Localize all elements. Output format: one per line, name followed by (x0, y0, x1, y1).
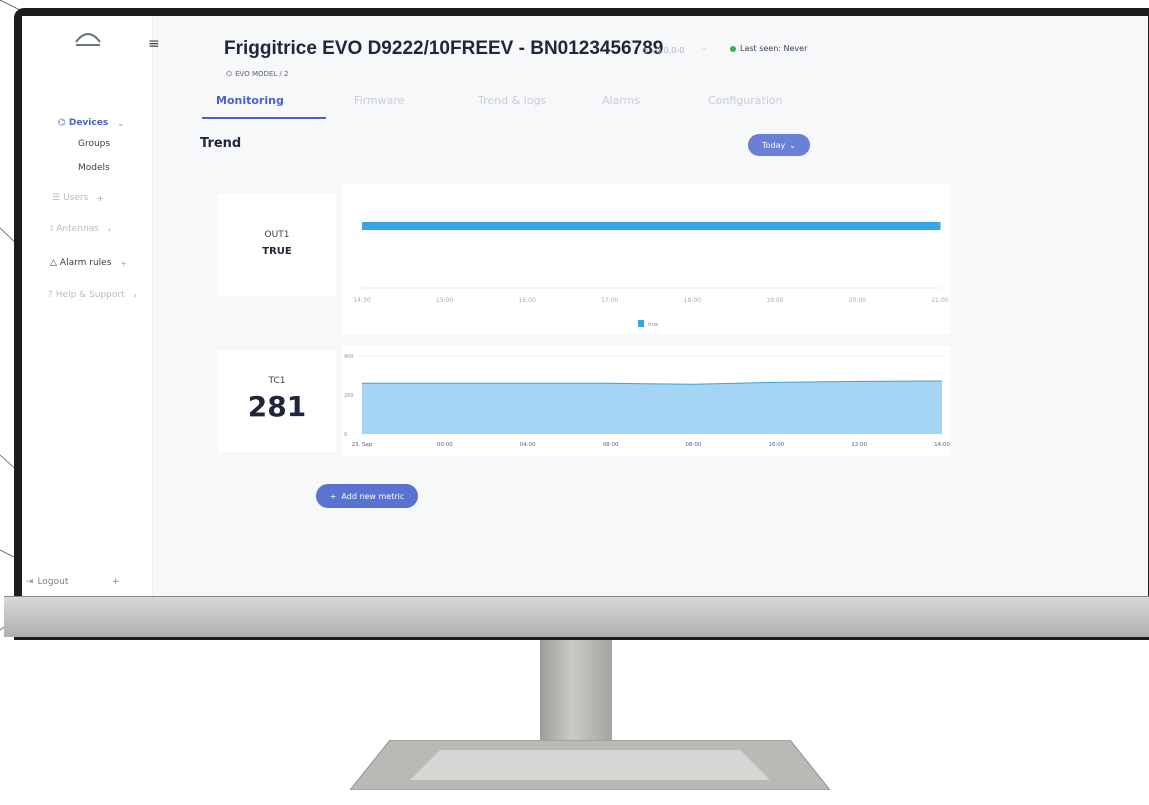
sidebar (22, 16, 153, 596)
model-text: EVO MODEL / 2 (235, 70, 289, 78)
metric-card-tc1[interactable]: TC1 281 (218, 350, 336, 452)
chevron-right-icon: › (133, 290, 137, 300)
logout-label: Logout (37, 577, 69, 587)
sidebar-item-label: Alarm rules (59, 258, 112, 268)
x-tick-label: 15:00 (436, 297, 453, 304)
tc1-chart: 400 200 0 23. Sep 00:00 04:00 08:00 08:00 16:00 1… (344, 354, 950, 448)
sidebar-item-groups[interactable]: Groups (78, 139, 110, 149)
tab-configuration[interactable]: Configuration (708, 94, 783, 107)
metric-value: 281 (247, 390, 307, 423)
antenna-icon: ⟟ (50, 224, 54, 234)
sidebar-item-models[interactable]: Models (78, 163, 110, 173)
logout-button[interactable]: ⇥ Logout (26, 577, 68, 587)
model-icon: ⌬ (226, 70, 233, 78)
y-tick-label: 0 (344, 432, 347, 438)
state-bar (795, 222, 869, 230)
logout-icon: ⇥ (26, 577, 34, 587)
y-tick-label: 200 (344, 393, 354, 399)
x-tick-label: 00:00 (437, 442, 453, 448)
add-metric-button[interactable]: + Add new metric (316, 484, 418, 508)
sidebar-item-alarm-rules[interactable]: △ Alarm rules + (50, 258, 127, 268)
section-title: Trend (200, 136, 242, 151)
x-tick-label: 04:00 (520, 442, 536, 448)
logout-extra: + (112, 577, 120, 587)
help-icon: ? (48, 290, 53, 300)
model-label[interactable]: ⌬ EVO MODEL / 2 (226, 70, 288, 78)
tab-trend-logs[interactable]: Trend & logs (478, 94, 546, 107)
sidebar-item-help[interactable]: ? Help & Support › (48, 290, 137, 300)
plus-icon: + (329, 491, 337, 501)
sidebar-item-devices[interactable]: ⌬ Devices ⌄ (58, 118, 124, 128)
add-metric-label: Add new metric (341, 491, 405, 501)
x-tick-label: 20:00 (849, 297, 866, 304)
area-fill (362, 380, 942, 434)
x-tick-label: 18:00 (684, 297, 701, 304)
sidebar-item-label: Help & Support (55, 290, 125, 300)
status-dot-icon (730, 45, 736, 52)
plus-icon: + (120, 258, 128, 268)
x-tick-label: 16:00 (518, 297, 535, 304)
version-icon: ⊙ (642, 46, 652, 55)
metric-name: OUT1 (264, 230, 290, 240)
devices-icon: ⌬ (58, 118, 66, 128)
state-bar (867, 222, 941, 230)
state-bar (362, 222, 435, 230)
x-tick-label: 14:30 (353, 297, 370, 304)
state-bar (723, 222, 796, 230)
state-bar (506, 222, 580, 230)
x-tick-label: 08:00 (685, 442, 701, 448)
x-tick-label: 17:00 (601, 297, 618, 304)
state-bar (651, 222, 724, 230)
plus-icon: + (97, 193, 104, 203)
metric-card-out1[interactable]: OUT1 TRUE (218, 194, 336, 296)
separator: – (702, 44, 707, 54)
date-range-label: Today (762, 140, 786, 150)
x-tick-label: 21:00 (931, 297, 948, 304)
screen: ⌬ Devices ⌄ Groups Models ☰ Users + ⟟ An… (22, 16, 1148, 596)
users-icon: ☰ (52, 193, 61, 203)
tab-firmware[interactable]: Firmware (354, 94, 404, 107)
sidebar-item-label: Devices (68, 118, 109, 128)
tab-alarms[interactable]: Alarms (602, 94, 640, 107)
chevron-down-icon: ⌄ (789, 140, 796, 150)
active-tab-indicator (202, 117, 326, 119)
date-range-dropdown[interactable]: Today ⌄ (748, 134, 810, 156)
status-badge: Last seen: Never (730, 44, 807, 53)
x-tick-label: 08:00 (603, 442, 619, 448)
chevron-right-icon: › (107, 224, 112, 234)
state-bar (434, 222, 507, 230)
metric-value: TRUE (262, 246, 292, 257)
last-seen-label: Last seen: Never (740, 44, 808, 53)
x-tick-label: 23. Sep (352, 442, 373, 448)
page-title: Friggitrice EVO D9222/10FREEV - BN012345… (224, 38, 664, 59)
metric-name: TC1 (268, 376, 286, 386)
x-tick-label: 14:00 (934, 442, 950, 448)
legend-label: true (648, 322, 658, 328)
out1-chart: 14:30 15:00 16:00 17:00 18:00 19:00 20:00 21:00… (353, 222, 949, 328)
sidebar-item-label: Groups (78, 139, 111, 149)
legend-swatch (638, 320, 644, 327)
sidebar-item-label: Users (63, 193, 89, 203)
sidebar-item-antennas[interactable]: ⟟ Antennas › (50, 224, 111, 234)
x-tick-label: 16:00 (768, 442, 784, 448)
company-logo (70, 24, 110, 58)
monitor-stand (540, 640, 612, 755)
sidebar-item-users[interactable]: ☰ Users + (52, 193, 104, 203)
sidebar-item-label: Antennas (56, 224, 99, 234)
y-tick-label: 400 (344, 354, 354, 360)
version-badge: ⊙ v0.0.0-0 (642, 46, 684, 55)
tab-monitoring[interactable]: Monitoring (216, 94, 284, 107)
bell-icon: △ (50, 258, 57, 268)
x-tick-label: 19:00 (766, 297, 783, 304)
x-tick-label: 12:00 (851, 442, 867, 448)
sidebar-item-label: Models (78, 163, 110, 173)
monitor-chin (4, 596, 1149, 637)
chevron-down-icon: ⌄ (117, 118, 124, 128)
version-label: v0.0.0-0 (651, 46, 685, 55)
monitor-base (350, 740, 830, 790)
state-bar (578, 222, 652, 230)
